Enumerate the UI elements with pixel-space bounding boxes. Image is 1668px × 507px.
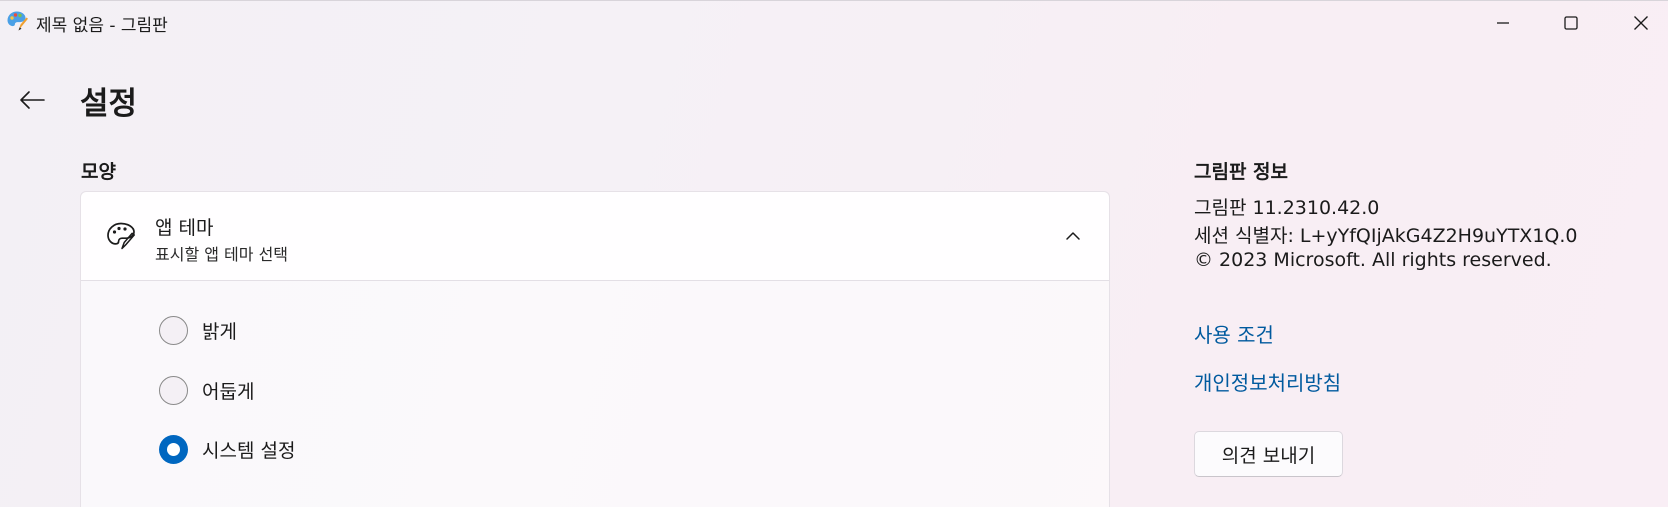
theme-option-label: 시스템 설정 xyxy=(202,439,296,462)
app-theme-subtitle: 표시할 앱 테마 선택 xyxy=(155,245,289,264)
radio-selected-dot xyxy=(167,442,180,456)
app-theme-expander-header[interactable]: 앱 테마 표시할 앱 테마 선택 xyxy=(81,192,1109,281)
radio-system[interactable] xyxy=(159,434,188,464)
minimize-icon xyxy=(1497,22,1509,24)
paint-app-icon xyxy=(6,10,28,32)
theme-option-light[interactable]: 밝게 xyxy=(159,314,237,346)
title-bar: 제목 없음 - 그림판 xyxy=(0,0,1668,44)
terms-of-use-link[interactable]: 사용 조건 xyxy=(1194,319,1274,348)
maximize-icon xyxy=(1564,16,1578,30)
arrow-left-icon xyxy=(20,91,45,109)
privacy-policy-link[interactable]: 개인정보처리방침 xyxy=(1194,367,1341,396)
maximize-button[interactable] xyxy=(1548,7,1594,39)
theme-option-system[interactable]: 시스템 설정 xyxy=(159,433,295,465)
window-title: 제목 없음 - 그림판 xyxy=(36,16,168,36)
radio-dark[interactable] xyxy=(159,375,188,405)
radio-light[interactable] xyxy=(159,315,188,345)
theme-option-dark[interactable]: 어둡게 xyxy=(159,374,254,406)
send-feedback-button[interactable]: 의견 보내기 xyxy=(1194,431,1343,477)
palette-icon xyxy=(105,220,137,252)
theme-option-label: 어둡게 xyxy=(202,380,255,403)
back-button[interactable] xyxy=(14,84,50,116)
appearance-section-label: 모양 xyxy=(81,161,116,183)
close-button[interactable] xyxy=(1618,7,1664,39)
app-theme-card: 앱 테마 표시할 앱 테마 선택 밝게 어둡게 시스템 설정 xyxy=(80,191,1110,507)
theme-option-label: 밝게 xyxy=(202,320,237,343)
minimize-button[interactable] xyxy=(1480,7,1526,39)
close-icon xyxy=(1634,16,1648,30)
page-title: 설정 xyxy=(80,86,138,122)
about-title: 그림판 정보 xyxy=(1194,161,1289,183)
app-theme-title: 앱 테마 xyxy=(155,217,214,239)
copyright: © 2023 Microsoft. All rights reserved. xyxy=(1194,249,1552,271)
app-version: 그림판 11.2310.42.0 xyxy=(1194,197,1380,219)
chevron-up-icon[interactable] xyxy=(1061,224,1085,248)
session-id: 세션 식별자: L+yYfQIjAkG4Z2H9uYTX1Q.0 xyxy=(1194,225,1578,247)
